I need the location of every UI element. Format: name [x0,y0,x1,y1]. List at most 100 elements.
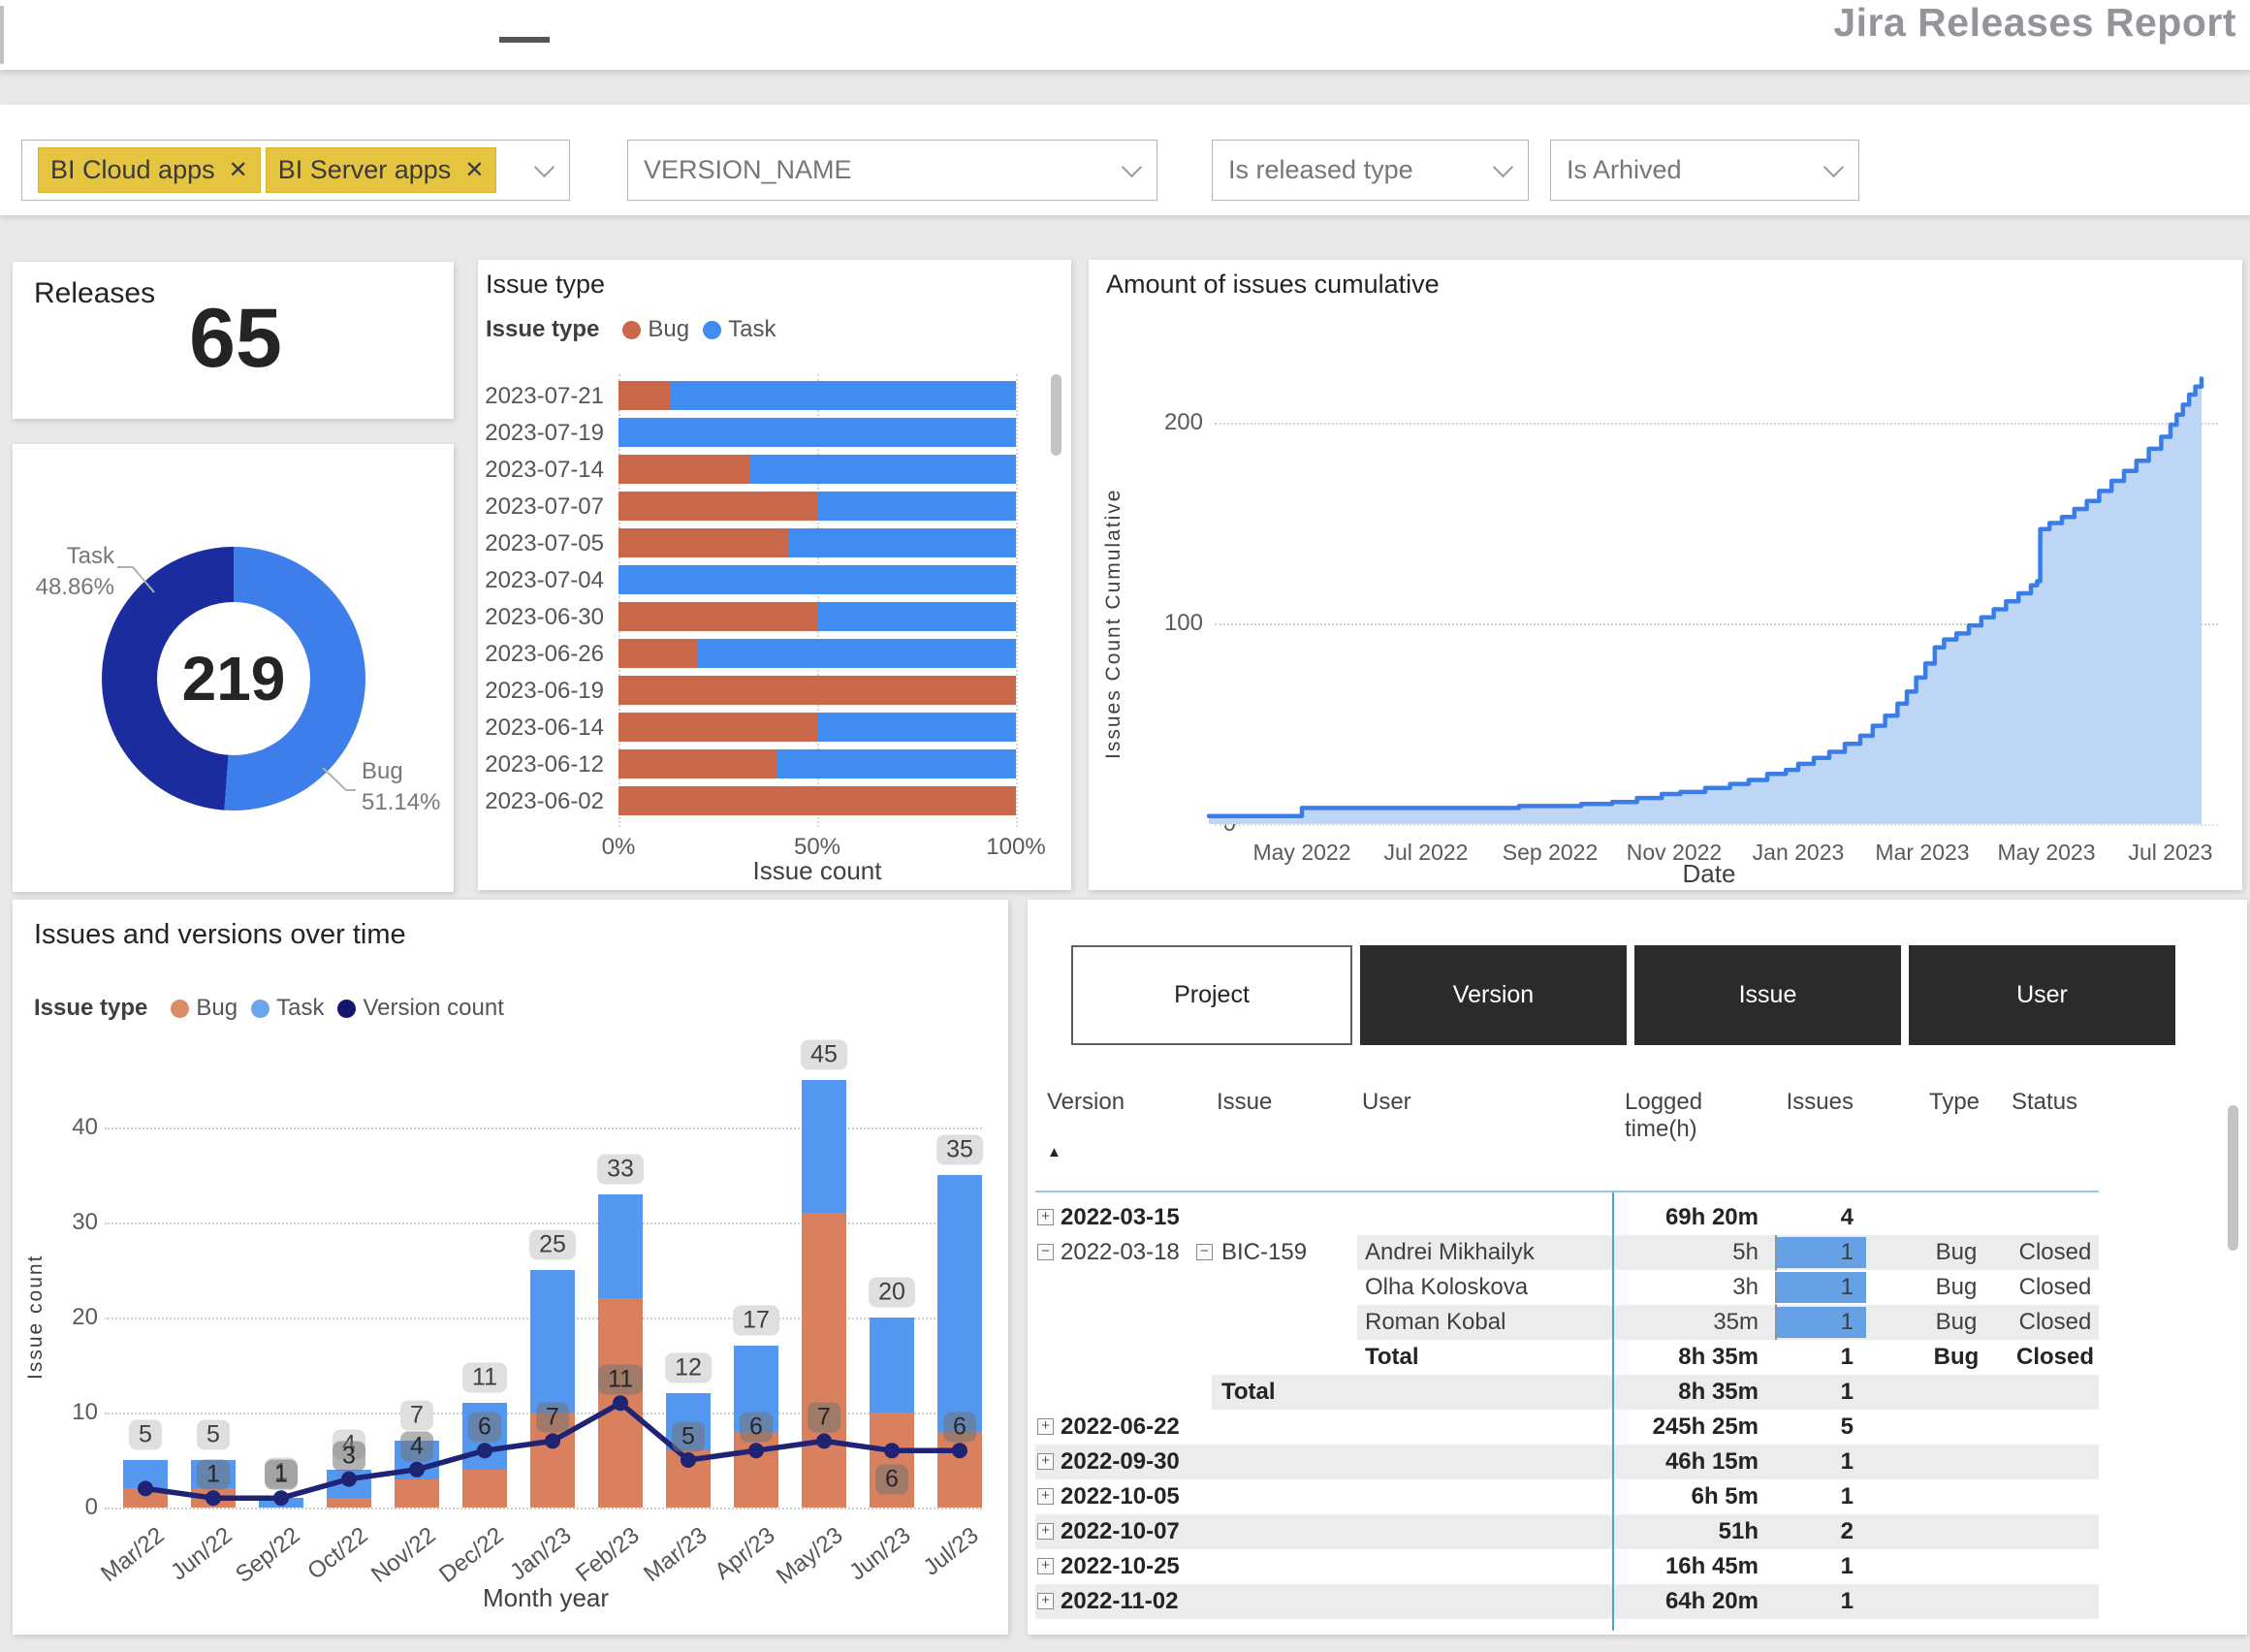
bug-bar-segment[interactable] [802,1213,846,1508]
chevron-down-icon[interactable] [1122,157,1142,177]
legend-item[interactable]: Version count [337,995,503,1022]
task-segment[interactable] [817,602,1016,631]
bug-segment[interactable] [618,786,1016,815]
cumulative-step-area[interactable] [1089,260,2242,890]
column-header[interactable]: Issue [1217,1089,1272,1116]
table-row[interactable]: +2022-10-2516h 45m1 [1028,1549,2247,1584]
stacked-bar[interactable] [618,602,1016,631]
issue-type-scrollbar[interactable] [1051,374,1062,456]
legend-item[interactable]: Task [703,316,776,343]
expand-icon[interactable]: + [1037,1523,1054,1540]
tab-project[interactable]: Project [1071,945,1352,1045]
expand-icon[interactable]: + [1037,1593,1054,1609]
table-row[interactable]: Roman Kobal35m1BugClosed [1028,1305,2247,1340]
legend-item[interactable]: Bug [622,316,689,343]
tab-version[interactable]: Version [1360,945,1627,1045]
stacked-bar[interactable] [618,565,1016,594]
bug-segment[interactable] [618,528,789,557]
bug-segment[interactable] [618,492,817,521]
task-bar-segment[interactable] [937,1175,982,1432]
bug-segment[interactable] [618,676,1016,705]
bug-bar-segment[interactable] [395,1479,439,1508]
task-segment[interactable] [618,565,1016,594]
chevron-down-icon[interactable] [534,157,555,177]
task-segment[interactable] [670,381,1016,410]
task-segment[interactable] [749,455,1016,484]
tab-issue[interactable]: Issue [1634,945,1901,1045]
version-name-filter-dropdown[interactable]: VERSION_NAME [627,140,1157,201]
filter-chip[interactable]: BI Cloud apps✕ [38,147,261,193]
project-filter-dropdown[interactable]: BI Cloud apps✕BI Server apps✕ [21,140,570,201]
task-segment[interactable] [789,528,1016,557]
task-bar-segment[interactable] [598,1194,643,1299]
stacked-bar[interactable] [618,749,1016,778]
tab-user[interactable]: User [1909,945,2175,1045]
task-bar-segment[interactable] [870,1318,914,1413]
table-row[interactable]: +2022-11-0264h 20m1 [1028,1584,2247,1619]
close-icon[interactable]: ✕ [464,156,484,184]
table-row[interactable]: +2022-09-3046h 15m1 [1028,1445,2247,1479]
stacked-bar[interactable] [618,528,1016,557]
bug-segment[interactable] [618,749,777,778]
table-row[interactable]: +2022-10-056h 5m1 [1028,1479,2247,1514]
bug-bar-segment[interactable] [666,1450,711,1508]
table-row[interactable]: Total8h 35m1 [1028,1375,2247,1410]
bug-bar-segment[interactable] [937,1432,982,1508]
filter-chip[interactable]: BI Server apps✕ [266,147,497,193]
task-bar-segment[interactable] [530,1270,575,1413]
bug-bar-segment[interactable] [598,1298,643,1508]
legend-item[interactable]: Task [251,995,324,1022]
task-bar-segment[interactable] [327,1470,371,1498]
table-row[interactable]: Total8h 35m1BugClosed [1028,1340,2247,1375]
stacked-bar[interactable] [618,676,1016,705]
table-row[interactable]: Olha Koloskova3h1BugClosed [1028,1270,2247,1305]
stacked-bar[interactable] [618,418,1016,447]
column-header[interactable]: Logged time(h) [1625,1089,1756,1143]
task-segment[interactable] [817,492,1016,521]
task-bar-segment[interactable] [259,1498,303,1508]
column-header[interactable]: Status [2012,1089,2077,1116]
sort-asc-icon[interactable]: ▲ [1047,1144,1062,1160]
stacked-bar[interactable] [618,381,1016,410]
expand-icon[interactable]: + [1037,1488,1054,1505]
task-bar-segment[interactable] [123,1460,168,1488]
table-row[interactable]: +2022-06-22245h 25m5 [1028,1410,2247,1445]
bug-bar-segment[interactable] [123,1488,168,1508]
bug-segment[interactable] [618,455,749,484]
column-header[interactable]: Type [1929,1089,1980,1116]
table-row[interactable]: +2022-03-1569h 20m4 [1028,1200,2247,1235]
chevron-down-icon[interactable] [1493,157,1513,177]
archived-filter-dropdown[interactable]: Is Arhived [1550,140,1859,201]
stacked-bar[interactable] [618,492,1016,521]
table-row[interactable]: +2022-10-0751h2 [1028,1514,2247,1549]
expand-icon[interactable]: + [1037,1558,1054,1574]
bug-segment[interactable] [618,381,670,410]
bug-segment[interactable] [618,713,817,742]
expand-icon[interactable]: + [1037,1418,1054,1435]
bug-segment[interactable] [618,602,817,631]
column-header[interactable]: User [1362,1089,1411,1116]
expand-icon[interactable]: + [1037,1453,1054,1470]
task-segment[interactable] [698,639,1016,668]
bug-bar-segment[interactable] [734,1432,778,1508]
bug-bar-segment[interactable] [327,1498,371,1508]
bug-segment[interactable] [618,639,698,668]
table-row[interactable]: −−2022-03-18BIC-159Andrei Mikhailyk5h1Bu… [1028,1235,2247,1270]
stacked-bar[interactable] [618,713,1016,742]
chevron-down-icon[interactable] [1823,157,1844,177]
table-scrollbar[interactable] [2228,1105,2238,1251]
task-segment[interactable] [777,749,1016,778]
bug-bar-segment[interactable] [191,1488,236,1508]
task-segment[interactable] [817,713,1016,742]
collapse-icon[interactable]: − [1196,1244,1213,1260]
collapse-icon[interactable]: − [1037,1244,1054,1260]
close-icon[interactable]: ✕ [229,156,248,184]
expand-icon[interactable]: + [1037,1209,1054,1225]
task-segment[interactable] [618,418,1016,447]
stacked-bar[interactable] [618,455,1016,484]
column-header[interactable]: Issues [1775,1089,1854,1116]
task-bar-segment[interactable] [802,1080,846,1213]
bug-bar-segment[interactable] [462,1470,507,1508]
column-header[interactable]: Version [1047,1089,1125,1116]
stacked-bar[interactable] [618,786,1016,815]
